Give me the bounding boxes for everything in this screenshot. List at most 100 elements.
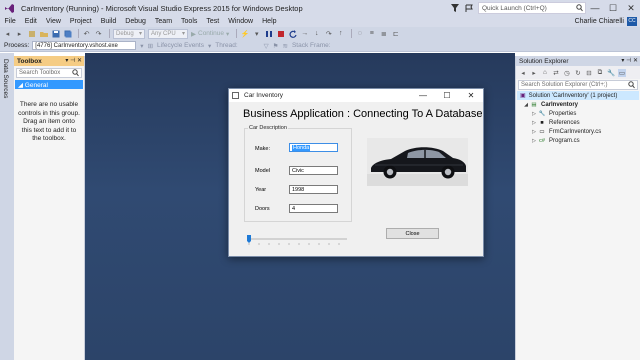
user-name[interactable]: Charlie Chiarelli: [575, 16, 624, 27]
step-out-icon[interactable]: ↑: [336, 29, 345, 38]
car-picture: [367, 138, 468, 186]
process-value: [4776] CarInventory.vshost.exe: [35, 42, 118, 49]
app-title-bar[interactable]: Car Inventory — ☐ ✕: [229, 89, 483, 102]
app-close-button[interactable]: ✕: [459, 89, 483, 102]
menu-view[interactable]: View: [41, 18, 65, 25]
step-into-icon[interactable]: ↓: [312, 29, 321, 38]
minimize-button[interactable]: —: [586, 0, 604, 16]
process-dropdown[interactable]: [4776] CarInventory.vshost.exe: [32, 41, 137, 50]
chevron-down-icon[interactable]: ▾: [252, 29, 261, 38]
feedback-icon[interactable]: [464, 3, 474, 13]
back-icon[interactable]: ◂: [519, 69, 527, 77]
data-sources-tab[interactable]: Data Sources: [0, 53, 14, 360]
uncomment-icon[interactable]: ≣: [379, 29, 388, 38]
filter-threads-icon[interactable]: ▽: [264, 42, 269, 50]
save-all-icon[interactable]: [63, 29, 72, 38]
breakpoint-icon[interactable]: ◌: [355, 29, 364, 38]
expand-arrow-icon[interactable]: ▷: [530, 111, 538, 117]
search-icon: [628, 81, 635, 91]
panel-pin-icons[interactable]: ▾ ⊣ ✕: [65, 56, 82, 66]
year-field[interactable]: 1998: [289, 185, 338, 194]
sync-icon[interactable]: ⇄: [552, 69, 560, 77]
model-field[interactable]: Civic: [289, 166, 338, 175]
history-icon[interactable]: ◷: [563, 69, 571, 77]
maximize-button[interactable]: ☐: [604, 0, 622, 16]
step-over-icon[interactable]: ↷: [324, 29, 333, 38]
tree-item-label: Properties: [549, 110, 577, 117]
doors-field[interactable]: 4: [289, 204, 338, 213]
menu-project[interactable]: Project: [65, 18, 96, 25]
track-bar[interactable]: [245, 235, 349, 245]
restart-icon[interactable]: [288, 29, 297, 38]
comment-icon[interactable]: ≡: [367, 29, 376, 38]
hot-reload-icon[interactable]: ⚡: [240, 29, 249, 38]
chevron-down-icon: ▾: [207, 42, 212, 50]
collapse-arrow-icon[interactable]: ◢: [522, 102, 530, 108]
stop-icon[interactable]: [276, 29, 285, 38]
undo-icon[interactable]: ↶: [82, 29, 91, 38]
back-icon[interactable]: ◂: [3, 29, 12, 38]
toolbox-group-general[interactable]: ◢ General: [15, 80, 83, 89]
open-icon[interactable]: [39, 29, 48, 38]
forward-icon[interactable]: ▸: [530, 69, 538, 77]
menu-file[interactable]: File: [0, 18, 20, 25]
form-icon: [232, 92, 239, 99]
solution-node[interactable]: ▣ Solution 'CarInventory' (1 project): [517, 91, 639, 100]
panel-pin-icons[interactable]: ▾ ⊣ ✕: [621, 56, 638, 66]
toolbox-header[interactable]: Toolbox ▾ ⊣ ✕: [14, 56, 84, 66]
show-next-statement-icon[interactable]: →: [300, 29, 309, 38]
project-node[interactable]: ◢ ▤ CarInventory: [516, 100, 640, 109]
save-icon[interactable]: [51, 29, 60, 38]
menu-team[interactable]: Team: [150, 18, 176, 25]
menu-build[interactable]: Build: [96, 18, 121, 25]
platform-dropdown[interactable]: Any CPU ▾: [148, 28, 188, 39]
toolbox-search-input[interactable]: Search Toolbox: [16, 68, 82, 78]
bookmark-icon[interactable]: ⊏: [391, 29, 400, 38]
solution-explorer-header[interactable]: Solution Explorer ▾ ⊣ ✕: [516, 56, 640, 66]
tree-item-references[interactable]: ▷ ■ References: [516, 118, 640, 127]
menu-window[interactable]: Window: [224, 18, 258, 25]
redo-icon[interactable]: ↷: [94, 29, 103, 38]
avatar[interactable]: CC: [627, 17, 637, 26]
lifecycle-events-label[interactable]: Lifecycle Events: [157, 42, 204, 49]
collapse-all-icon[interactable]: ⊟: [585, 69, 593, 77]
solution-explorer-panel: Solution Explorer ▾ ⊣ ✕ ◂ ▸ ⌂ ⇄ ◷ ↻ ⊟ ⧉ …: [515, 56, 640, 360]
filter-icon[interactable]: [450, 3, 460, 13]
app-maximize-button[interactable]: ☐: [435, 89, 459, 102]
menu-help[interactable]: Help: [258, 18, 281, 25]
properties-wrench-icon[interactable]: 🔧: [607, 69, 615, 77]
home-icon[interactable]: ⌂: [541, 69, 549, 77]
continue-button[interactable]: ▶ Continue ▾: [191, 30, 229, 38]
tree-item-label: FrmCarInventory.cs: [549, 128, 602, 135]
preview-icon[interactable]: ▭: [618, 68, 626, 77]
solution-explorer-search-input[interactable]: Search Solution Explorer (Ctrl+;): [518, 80, 638, 90]
forward-icon[interactable]: ▸: [15, 29, 24, 38]
solution-explorer-title: Solution Explorer: [519, 57, 569, 65]
expand-arrow-icon[interactable]: ▷: [530, 138, 538, 144]
pause-icon[interactable]: [264, 29, 273, 38]
menu-debug[interactable]: Debug: [121, 18, 151, 25]
menu-test[interactable]: Test: [202, 18, 224, 25]
toolbox-search-placeholder: Search Toolbox: [19, 70, 61, 76]
refresh-icon[interactable]: ↻: [574, 69, 582, 77]
expand-arrow-icon[interactable]: ▷: [530, 120, 538, 126]
flag-threads-icon[interactable]: ⚑: [273, 42, 279, 50]
expand-arrow-icon[interactable]: ▷: [530, 129, 538, 135]
configuration-dropdown[interactable]: Debug ▾: [113, 28, 145, 39]
app-close-form-button[interactable]: Close: [386, 228, 439, 239]
tree-item-label: References: [549, 119, 580, 126]
close-button[interactable]: ✕: [622, 0, 640, 16]
menu-edit[interactable]: Edit: [20, 18, 41, 25]
stack-frame-label: Stack Frame:: [291, 42, 331, 49]
tree-item-form-file[interactable]: ▷ ▭ FrmCarInventory.cs: [516, 127, 640, 136]
chevron-down-icon[interactable]: ▾: [140, 42, 143, 50]
copy-icon[interactable]: ⧉: [596, 69, 604, 77]
new-project-icon[interactable]: [27, 29, 36, 38]
quick-launch-input[interactable]: Quick Launch (Ctrl+Q): [478, 2, 586, 14]
csharp-file-icon: c#: [539, 137, 545, 144]
app-minimize-button[interactable]: —: [411, 89, 435, 102]
make-field[interactable]: Honda: [289, 143, 338, 152]
tree-item-properties[interactable]: ▷ 🔧 Properties: [516, 109, 640, 118]
tree-item-program-file[interactable]: ▷ c# Program.cs: [516, 136, 640, 145]
menu-tools[interactable]: Tools: [177, 18, 202, 25]
